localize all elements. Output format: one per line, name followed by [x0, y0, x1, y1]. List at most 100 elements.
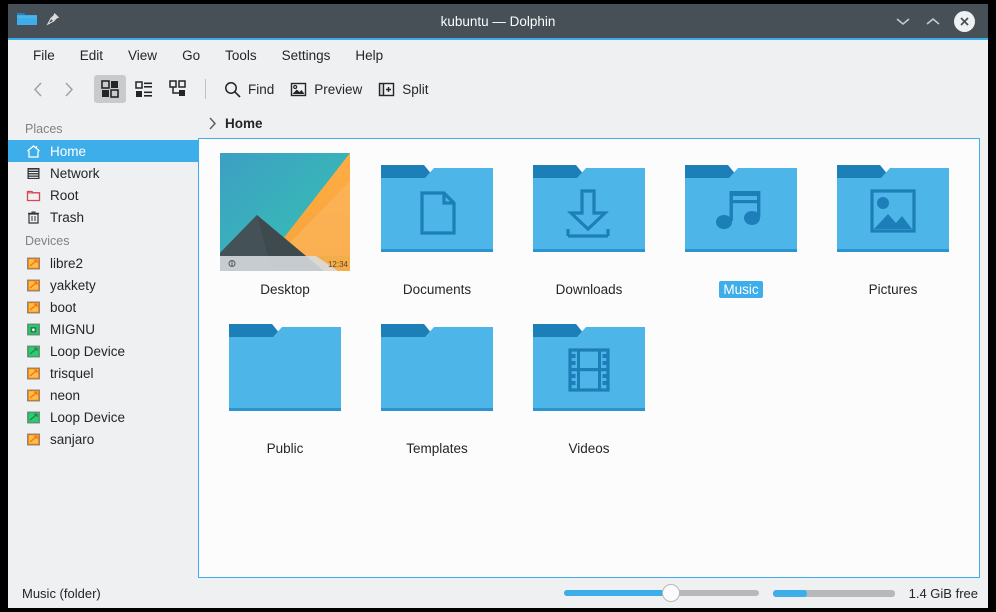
sidebar-item-network[interactable]: Network	[8, 162, 198, 184]
view-details-button[interactable]	[128, 75, 160, 103]
drive-partition-icon	[25, 365, 41, 381]
menu-edit[interactable]: Edit	[69, 44, 114, 67]
sidebar-item-label: libre2	[50, 255, 84, 271]
sidebar-item-libre2[interactable]: libre2	[8, 252, 198, 274]
sidebar-item-label: Loop Device	[50, 409, 126, 425]
window-body: Places Home Network Root Trash Devices l…	[8, 108, 988, 578]
toolbar-separator	[205, 79, 206, 99]
drive-partition-icon	[25, 255, 41, 271]
file-item-downloads[interactable]: Downloads	[513, 153, 665, 298]
view-compact-button[interactable]	[162, 75, 194, 103]
menu-view[interactable]: View	[117, 44, 168, 67]
file-item-public[interactable]: Public	[209, 312, 361, 457]
forward-button[interactable]	[54, 75, 82, 103]
split-button[interactable]: Split	[371, 75, 435, 103]
find-button[interactable]: Find	[217, 75, 281, 103]
status-bar: Music (folder) 1.4 GiB free	[8, 578, 988, 608]
menu-file[interactable]: File	[22, 44, 66, 67]
sidebar-item-label: neon	[50, 387, 81, 403]
file-item-label: Templates	[406, 441, 468, 456]
sidebar-section-devices: Devices	[25, 234, 70, 248]
folder-icon	[220, 312, 350, 430]
sidebar-item-boot[interactable]: boot	[8, 296, 198, 318]
file-item-desktop[interactable]: 12:34 Desktop	[209, 153, 361, 298]
menu-bar: File Edit View Go Tools Settings Help	[8, 40, 988, 70]
drive-partition-icon	[25, 387, 41, 403]
drive-optical-icon	[25, 321, 41, 337]
chevron-right-icon	[208, 116, 217, 130]
file-item-templates[interactable]: Templates	[361, 312, 513, 457]
sidebar-item-mignu[interactable]: MIGNU	[8, 318, 198, 340]
file-item-label: Desktop	[260, 282, 310, 297]
sidebar-item-label: yakkety	[50, 277, 96, 293]
sidebar-item-trisquel[interactable]: trisquel	[8, 362, 198, 384]
sidebar-item-root[interactable]: Root	[8, 184, 198, 206]
sidebar-item-label: Home	[50, 143, 87, 159]
network-icon	[25, 165, 41, 181]
root-folder-icon	[25, 187, 41, 203]
breadcrumb-path[interactable]: Home	[225, 116, 263, 131]
sidebar-item-label: Trash	[50, 209, 85, 225]
file-item-label: Videos	[568, 441, 610, 456]
preview-label: Preview	[314, 81, 363, 97]
drive-partition-icon	[25, 299, 41, 315]
file-item-label: Music	[719, 281, 763, 298]
back-button[interactable]	[24, 75, 52, 103]
sidebar-item-loop-device-1[interactable]: Loop Device	[8, 340, 198, 362]
sidebar-item-label: MIGNU	[50, 321, 95, 337]
folder-icon	[372, 153, 502, 271]
sidebar-item-neon[interactable]: neon	[8, 384, 198, 406]
title-bar[interactable]: kubuntu — Dolphin	[8, 4, 988, 40]
menu-tools[interactable]: Tools	[214, 44, 268, 67]
pin-icon[interactable]	[46, 12, 60, 31]
sidebar-item-home[interactable]: Home	[8, 140, 198, 162]
main-pane: Home 12:34 Desktop Documents Downloads M…	[198, 108, 988, 578]
status-selection-text: Music (folder)	[22, 585, 101, 601]
sidebar-item-yakkety[interactable]: yakkety	[8, 274, 198, 296]
zoom-slider[interactable]	[563, 583, 759, 603]
zoom-slider-handle[interactable]	[661, 584, 680, 602]
sidebar-item-loop-device-2[interactable]: Loop Device	[8, 406, 198, 428]
view-icons-button[interactable]	[94, 75, 126, 103]
menu-settings[interactable]: Settings	[271, 44, 342, 67]
sidebar-item-label: trisquel	[50, 365, 94, 381]
close-button[interactable]	[954, 10, 975, 32]
svg-text:12:34: 12:34	[328, 260, 349, 269]
file-item-label: Pictures	[868, 282, 918, 297]
file-item-label: Documents	[402, 282, 472, 297]
free-space-label: 1.4 GiB free	[908, 585, 978, 601]
sidebar-item-trash[interactable]: Trash	[8, 206, 198, 228]
file-item-label: Public	[266, 441, 304, 456]
file-item-music[interactable]: Music	[665, 153, 817, 298]
preview-button[interactable]: Preview	[283, 75, 369, 103]
maximize-button[interactable]	[924, 12, 942, 30]
file-item-documents[interactable]: Documents	[361, 153, 513, 298]
drive-partition-icon	[25, 277, 41, 293]
sidebar-section-places: Places	[25, 122, 63, 136]
folder-icon	[372, 312, 502, 430]
file-view[interactable]: 12:34 Desktop Documents Downloads Music …	[198, 138, 980, 578]
wallpaper-thumbnail: 12:34	[220, 153, 350, 271]
folder-icon	[17, 11, 37, 32]
drive-partition-icon	[25, 431, 41, 447]
file-item-videos[interactable]: Videos	[513, 312, 665, 457]
free-space-used	[772, 589, 807, 597]
drive-loop-icon	[25, 343, 41, 359]
sidebar-item-label: boot	[50, 299, 77, 315]
minimize-button[interactable]	[894, 12, 912, 30]
drive-loop-icon	[25, 409, 41, 425]
window-title: kubuntu — Dolphin	[440, 13, 556, 29]
find-label: Find	[248, 81, 275, 97]
icon-grid: 12:34 Desktop Documents Downloads Music …	[209, 153, 969, 457]
folder-icon	[676, 153, 806, 271]
file-item-pictures[interactable]: Pictures	[817, 153, 969, 298]
menu-go[interactable]: Go	[171, 44, 211, 67]
free-space-bar[interactable]	[772, 589, 895, 597]
sidebar-item-sanjaro[interactable]: sanjaro	[8, 428, 198, 450]
sidebar-item-label: sanjaro	[50, 431, 95, 447]
split-label: Split	[402, 81, 429, 97]
tool-bar: Find Preview Split	[8, 70, 988, 108]
menu-help[interactable]: Help	[344, 44, 394, 67]
sidebar-item-label: Root	[50, 187, 79, 203]
breadcrumb[interactable]: Home	[198, 108, 980, 138]
